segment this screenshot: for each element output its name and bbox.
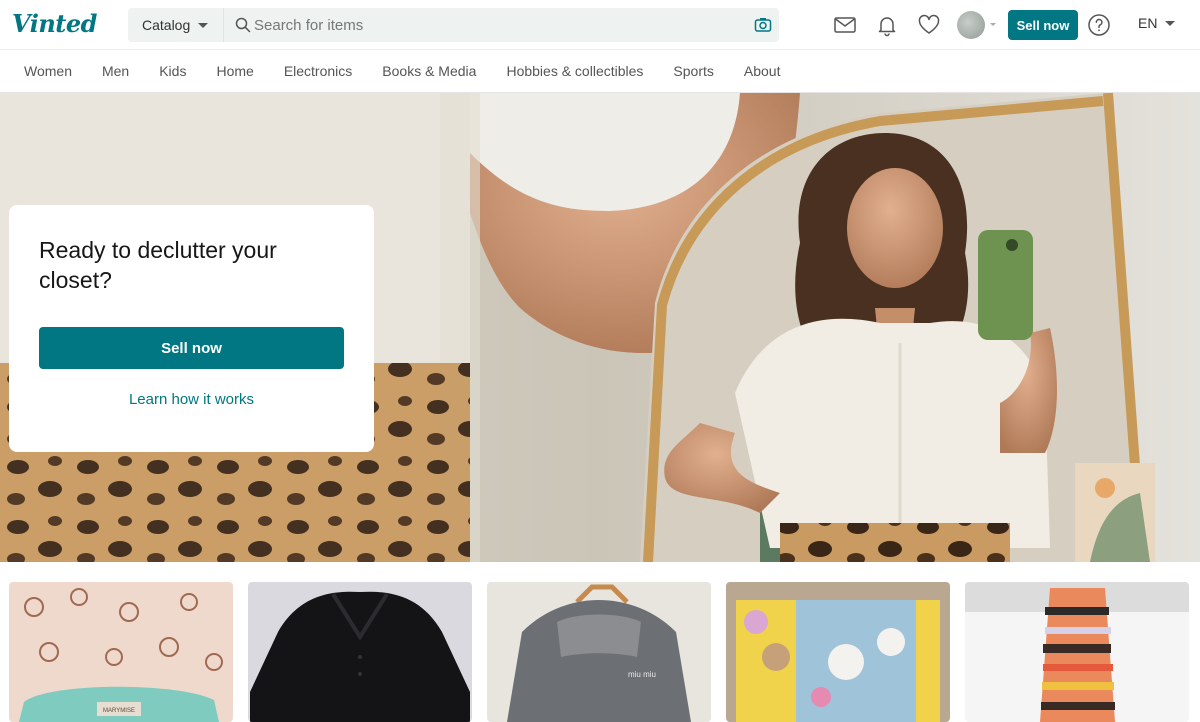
hero-sell-now-button[interactable]: Sell now [39, 327, 344, 369]
inbox-icon[interactable] [833, 13, 857, 37]
catalog-dropdown[interactable]: Catalog [128, 8, 224, 42]
language-label: EN [1138, 15, 1158, 31]
heart-icon[interactable] [917, 13, 941, 37]
category-women[interactable]: Women [24, 63, 72, 79]
hero-card: Ready to declutter your closet? Sell now… [9, 205, 374, 452]
avatar-chevron-icon[interactable] [990, 23, 996, 26]
item-image: miu miu [487, 582, 711, 722]
item-brand-label: MARYMISE [103, 708, 135, 714]
chevron-down-icon [1165, 20, 1176, 26]
hero-title: Ready to declutter your closet? [39, 237, 277, 293]
category-about[interactable]: About [744, 63, 781, 79]
item-card[interactable]: miu miu [487, 582, 711, 722]
category-kids[interactable]: Kids [159, 63, 186, 79]
item-image: MARYMISE [9, 582, 233, 722]
item-brand-label: miu miu [628, 670, 656, 679]
bell-icon[interactable] [875, 13, 899, 37]
item-card[interactable] [965, 582, 1189, 722]
category-sports[interactable]: Sports [673, 63, 713, 79]
catalog-label: Catalog [142, 17, 191, 33]
category-hobbies-collectibles[interactable]: Hobbies & collectibles [506, 63, 643, 79]
top-header: Vinted Catalog Sell now EN [0, 0, 1200, 49]
item-image [965, 582, 1189, 722]
help-icon[interactable] [1087, 13, 1111, 37]
chevron-down-icon [198, 22, 209, 28]
learn-how-it-works-link[interactable]: Learn how it works [39, 391, 344, 408]
search-input[interactable] [254, 8, 734, 42]
hero-banner: Ready to declutter your closet? Sell now… [0, 93, 1200, 562]
avatar[interactable] [957, 11, 985, 39]
category-home[interactable]: Home [216, 63, 253, 79]
item-card[interactable]: MARYMISE [9, 582, 233, 722]
category-men[interactable]: Men [102, 63, 129, 79]
category-electronics[interactable]: Electronics [284, 63, 352, 79]
camera-icon[interactable] [754, 16, 772, 34]
item-card[interactable] [726, 582, 950, 722]
item-grid: MARYMISE miu miu [0, 582, 1200, 722]
category-books-media[interactable]: Books & Media [382, 63, 476, 79]
item-image [248, 582, 472, 722]
search-icon [235, 17, 251, 33]
item-image [726, 582, 950, 722]
language-selector[interactable]: EN [1138, 15, 1176, 31]
vinted-logo[interactable]: Vinted [12, 9, 97, 38]
category-nav: Women Men Kids Home Electronics Books & … [0, 49, 1200, 93]
search-bar: Catalog [128, 8, 779, 42]
item-card[interactable] [248, 582, 472, 722]
sell-now-button[interactable]: Sell now [1008, 10, 1078, 40]
